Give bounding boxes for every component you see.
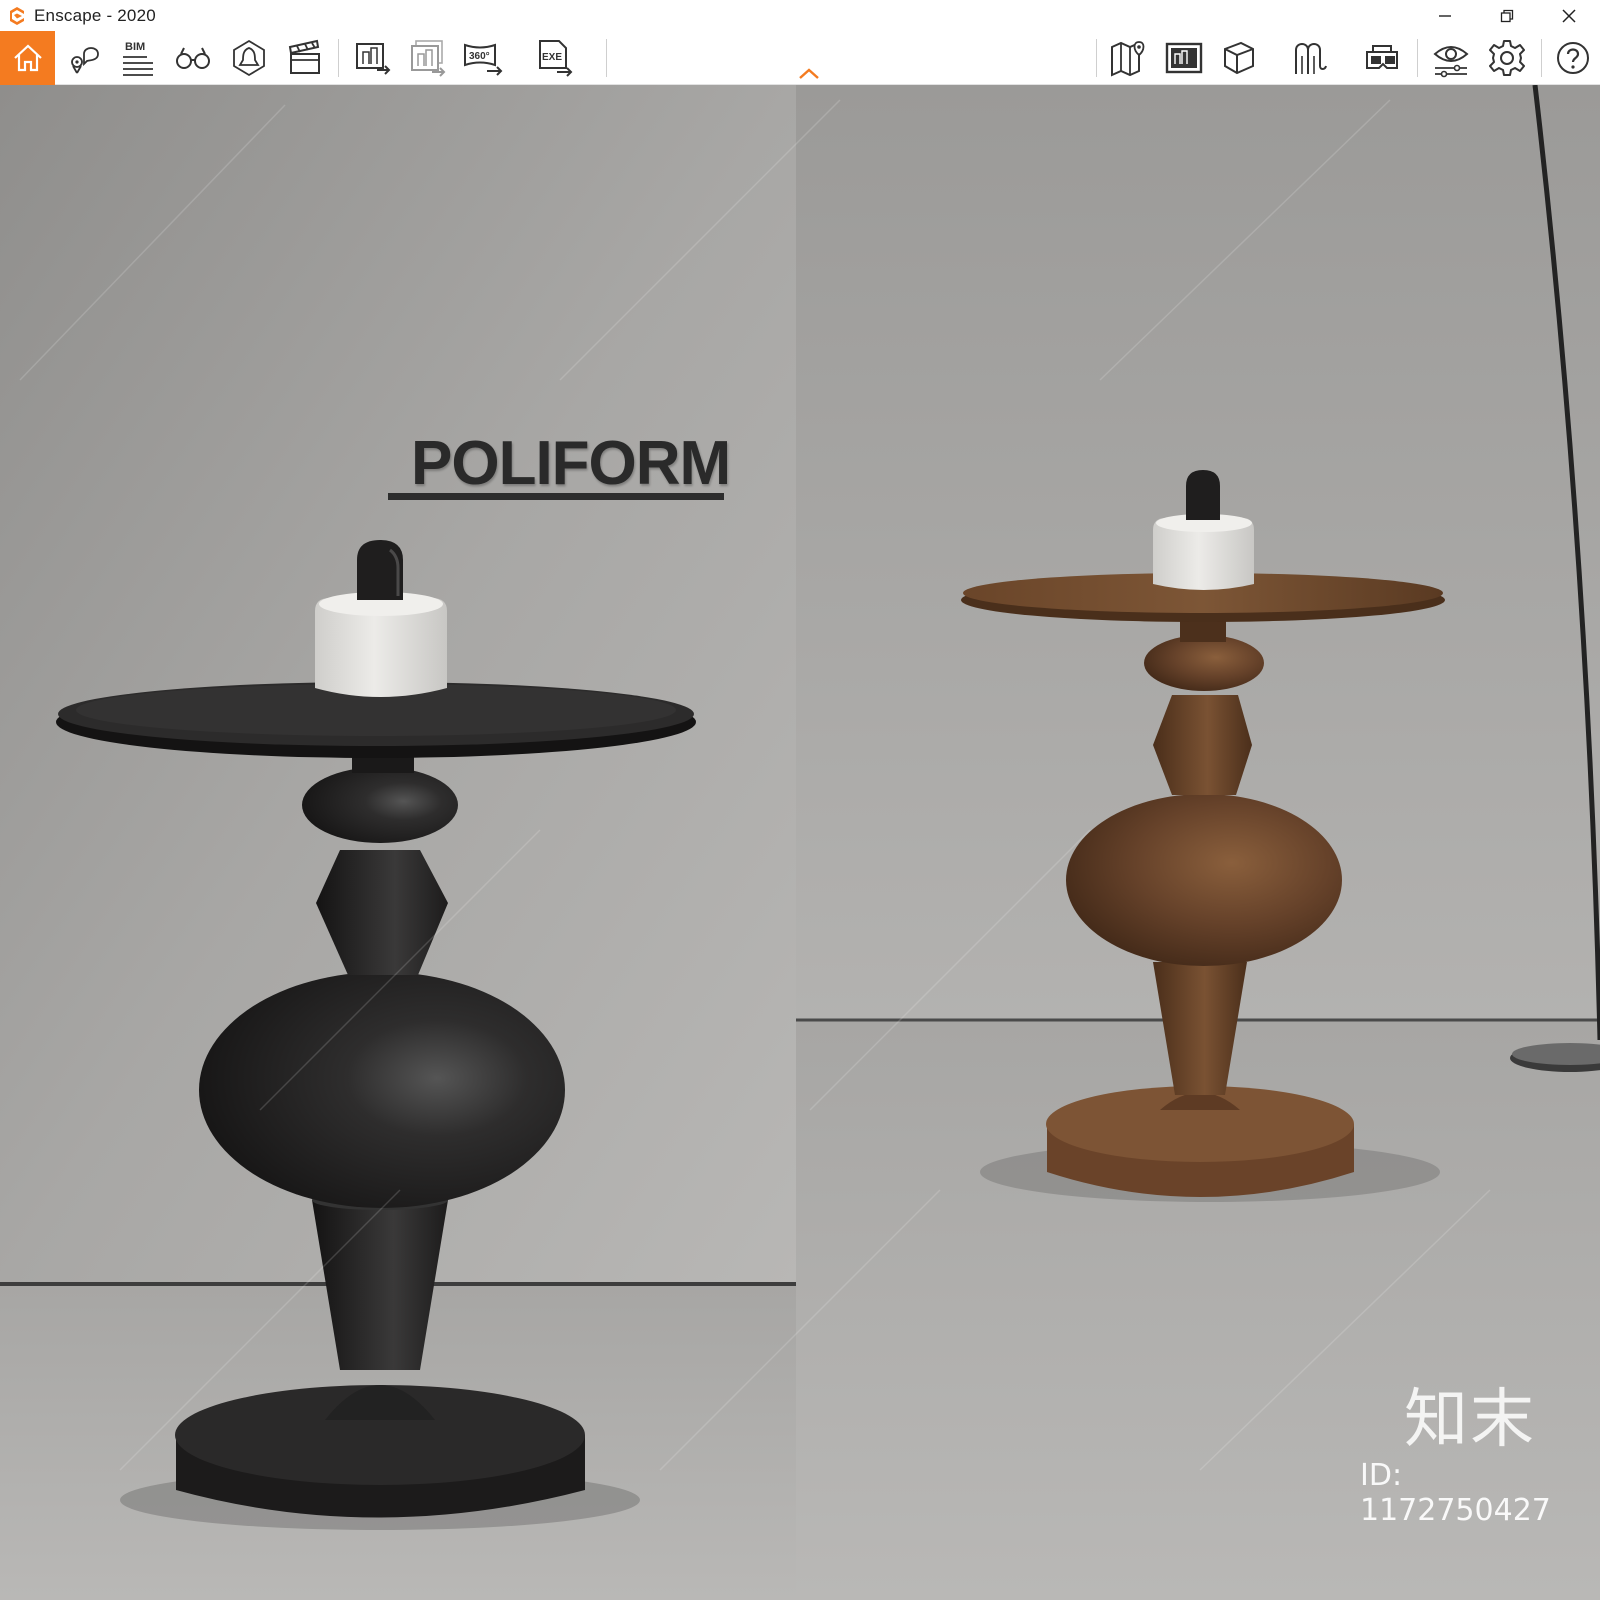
screenshot-export-icon: [356, 43, 391, 75]
rendered-scene: [0, 85, 1600, 1600]
binoculars-icon: [176, 47, 210, 69]
map-button[interactable]: [1104, 34, 1154, 82]
chevron-up-icon: [799, 68, 819, 79]
section-button[interactable]: [1286, 34, 1336, 82]
toolbar-separator: [338, 39, 339, 77]
vr-headset-button[interactable]: [1358, 34, 1408, 82]
exe-export-button[interactable]: EXE: [530, 34, 580, 82]
toolbar-separator: [1541, 39, 1542, 77]
settings-button[interactable]: [1482, 34, 1532, 82]
visual-settings-button[interactable]: [1426, 34, 1476, 82]
vr-headset-icon: [1366, 45, 1398, 69]
map-icon: [1111, 41, 1145, 77]
toolbar-separator: [1417, 39, 1418, 77]
watermark-logo: 知末: [1404, 1383, 1536, 1457]
asset-library-button[interactable]: [224, 34, 274, 82]
restore-icon: [1500, 9, 1514, 22]
cube-icon: [1224, 41, 1254, 75]
video-editor-button[interactable]: [279, 34, 329, 82]
window-title: Enscape - 2020: [34, 5, 156, 25]
location-marker-button[interactable]: [58, 34, 108, 82]
gear-icon: [1489, 40, 1525, 76]
render-viewport[interactable]: POLIFORM 知末 ID: 1172750427: [0, 85, 1600, 1600]
help-button[interactable]: [1548, 34, 1598, 82]
restore-button[interactable]: [1476, 0, 1538, 31]
title-bar: Enscape - 2020: [0, 0, 1600, 31]
help-icon: [1557, 42, 1589, 74]
bim-button[interactable]: BIM: [112, 34, 162, 82]
svg-text:EXE: EXE: [542, 52, 562, 63]
minimize-button[interactable]: [1414, 0, 1476, 31]
home-button[interactable]: [0, 31, 55, 85]
clapperboard-icon: [288, 39, 320, 74]
location-marker-icon: [71, 47, 99, 74]
brand-label: POLIFORM: [411, 429, 731, 498]
panorama-button[interactable]: 360°: [458, 34, 508, 82]
svg-text:360°: 360°: [469, 51, 490, 62]
collapse-toolbar-toggle[interactable]: [796, 66, 822, 82]
close-button[interactable]: [1538, 0, 1600, 31]
close-icon: [1562, 8, 1576, 23]
toolbar-separator: [606, 39, 607, 77]
enscape-logo-icon: [6, 5, 28, 27]
screenshot-button[interactable]: [348, 34, 398, 82]
binoculars-button[interactable]: [168, 34, 218, 82]
minimize-icon: [1439, 14, 1451, 17]
svg-text:BIM: BIM: [125, 41, 145, 53]
batch-render-icon: [411, 40, 446, 77]
bim-icon: BIM: [123, 41, 153, 76]
view-management-icon: [1165, 42, 1203, 74]
panorama-360-icon: 360°: [464, 43, 503, 76]
eye-settings-icon: [1433, 46, 1469, 78]
batch-render-button[interactable]: [403, 34, 453, 82]
bell-asset-icon: [233, 39, 265, 77]
toolbar-separator: [1096, 39, 1097, 77]
brand-underline: [388, 493, 724, 500]
view-management-button[interactable]: [1159, 34, 1209, 82]
object-button[interactable]: [1214, 34, 1264, 82]
home-icon: [13, 44, 42, 72]
watermark-id: ID: 1172750427: [1360, 1458, 1551, 1528]
section-icon: [1295, 43, 1327, 74]
exe-export-icon: EXE: [539, 40, 573, 77]
